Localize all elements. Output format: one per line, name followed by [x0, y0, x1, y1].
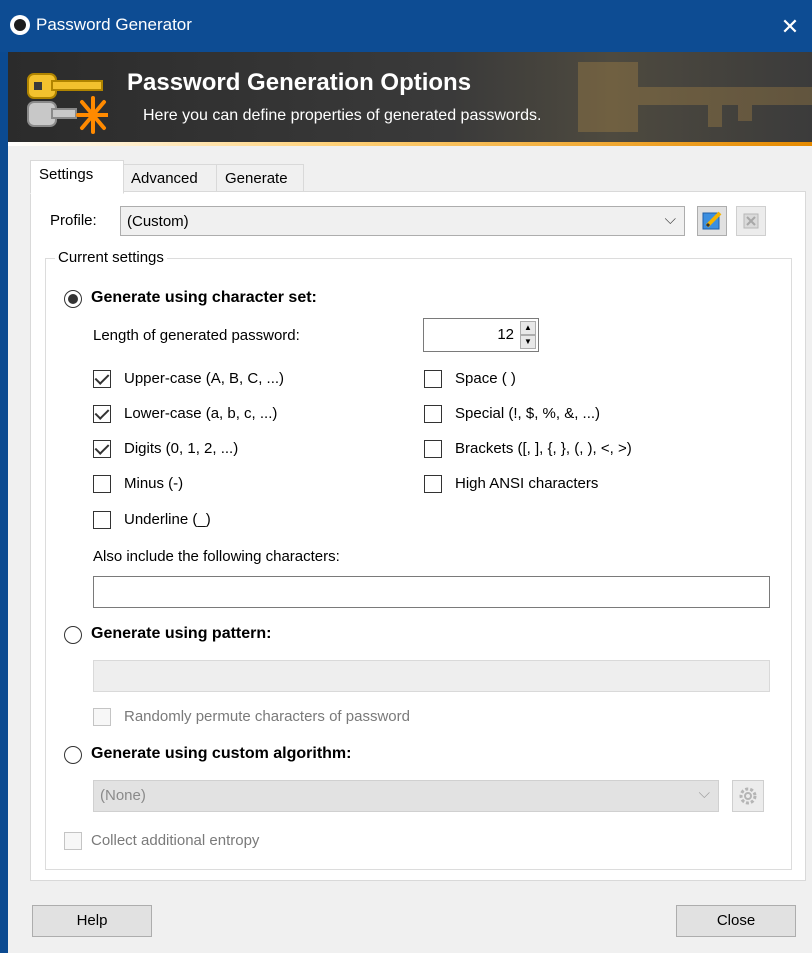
delete-profile-button[interactable] — [736, 206, 766, 236]
charset-radio[interactable] — [64, 290, 82, 308]
pattern-input[interactable] — [93, 660, 770, 692]
also-include-input[interactable] — [93, 576, 770, 608]
tab-advanced[interactable]: Advanced — [122, 164, 217, 194]
dialog-client-area: Settings Advanced Generate Profile: (Cus… — [8, 146, 812, 953]
length-stepper[interactable]: 12 ▲ ▼ — [423, 318, 539, 352]
minus-label[interactable]: Minus (-) — [124, 475, 183, 492]
uppercase-checkbox[interactable] — [93, 370, 111, 388]
stepper-down-icon[interactable]: ▼ — [520, 335, 536, 349]
stepper-up-icon[interactable]: ▲ — [520, 321, 536, 335]
charset-radio-label[interactable]: Generate using character set: — [91, 289, 317, 307]
custom-algorithm-value: (None) — [100, 787, 146, 804]
profile-value: (Custom) — [127, 213, 189, 230]
minus-checkbox[interactable] — [93, 475, 111, 493]
lowercase-checkbox[interactable] — [93, 405, 111, 423]
custom-algorithm-radio[interactable] — [64, 746, 82, 764]
permute-checkbox[interactable] — [93, 708, 111, 726]
length-label: Length of generated password: — [93, 327, 300, 344]
lowercase-label[interactable]: Lower-case (a, b, c, ...) — [124, 405, 277, 422]
edit-profile-button[interactable] — [697, 206, 727, 236]
length-value[interactable]: 12 — [497, 326, 514, 343]
header-banner: Password Generation Options Here you can… — [8, 52, 812, 146]
edit-profile-icon — [702, 211, 722, 230]
profile-dropdown[interactable]: (Custom) ⌵ — [120, 206, 685, 236]
help-button[interactable]: Help — [32, 905, 152, 937]
delete-profile-icon — [743, 213, 759, 229]
permute-label[interactable]: Randomly permute characters of password — [124, 708, 410, 725]
entropy-label[interactable]: Collect additional entropy — [91, 832, 259, 849]
profile-label: Profile: — [50, 212, 97, 229]
space-label[interactable]: Space ( ) — [455, 370, 516, 387]
underline-checkbox[interactable] — [93, 511, 111, 529]
special-label[interactable]: Special (!, $, %, &, ...) — [455, 405, 600, 422]
banner-subtitle: Here you can define properties of genera… — [143, 107, 542, 124]
underline-label[interactable]: Underline (_) — [124, 511, 211, 528]
brackets-label[interactable]: Brackets ([, ], {, }, (, ), <, >) — [455, 440, 632, 457]
key-icon — [27, 73, 108, 134]
space-checkbox[interactable] — [424, 370, 442, 388]
uppercase-label[interactable]: Upper-case (A, B, C, ...) — [124, 370, 284, 387]
close-button[interactable]: Close — [676, 905, 796, 937]
chevron-down-icon: ⌵ — [664, 211, 676, 228]
title-bar: Password Generator ✕ — [0, 0, 812, 52]
gear-icon — [739, 787, 757, 805]
tab-settings[interactable]: Settings — [30, 160, 124, 194]
algorithm-settings-button[interactable] — [732, 780, 764, 812]
banner-heading: Password Generation Options — [127, 69, 472, 96]
settings-tab-panel: Profile: (Custom) ⌵ Current settings Gen… — [30, 191, 806, 881]
password-generator-window: Password Generator ✕ Password Generation… — [0, 0, 812, 953]
close-window-button[interactable]: ✕ — [768, 8, 812, 46]
also-include-label: Also include the following characters: — [93, 548, 340, 565]
high-ansi-checkbox[interactable] — [424, 475, 442, 493]
digits-checkbox[interactable] — [93, 440, 111, 458]
lock-icon — [10, 15, 30, 35]
current-settings-label: Current settings — [55, 249, 167, 266]
tab-generate[interactable]: Generate — [216, 164, 304, 194]
chevron-down-icon: ⌵ — [698, 785, 710, 802]
brackets-checkbox[interactable] — [424, 440, 442, 458]
banner-watermark-icon — [578, 62, 812, 132]
custom-algorithm-radio-label[interactable]: Generate using custom algorithm: — [91, 745, 351, 763]
custom-algorithm-dropdown[interactable]: (None) ⌵ — [93, 780, 719, 812]
entropy-checkbox[interactable] — [64, 832, 82, 850]
high-ansi-label[interactable]: High ANSI characters — [455, 475, 598, 492]
pattern-radio-label[interactable]: Generate using pattern: — [91, 625, 271, 643]
digits-label[interactable]: Digits (0, 1, 2, ...) — [124, 440, 238, 457]
pattern-radio[interactable] — [64, 626, 82, 644]
window-title: Password Generator — [36, 15, 192, 34]
special-checkbox[interactable] — [424, 405, 442, 423]
